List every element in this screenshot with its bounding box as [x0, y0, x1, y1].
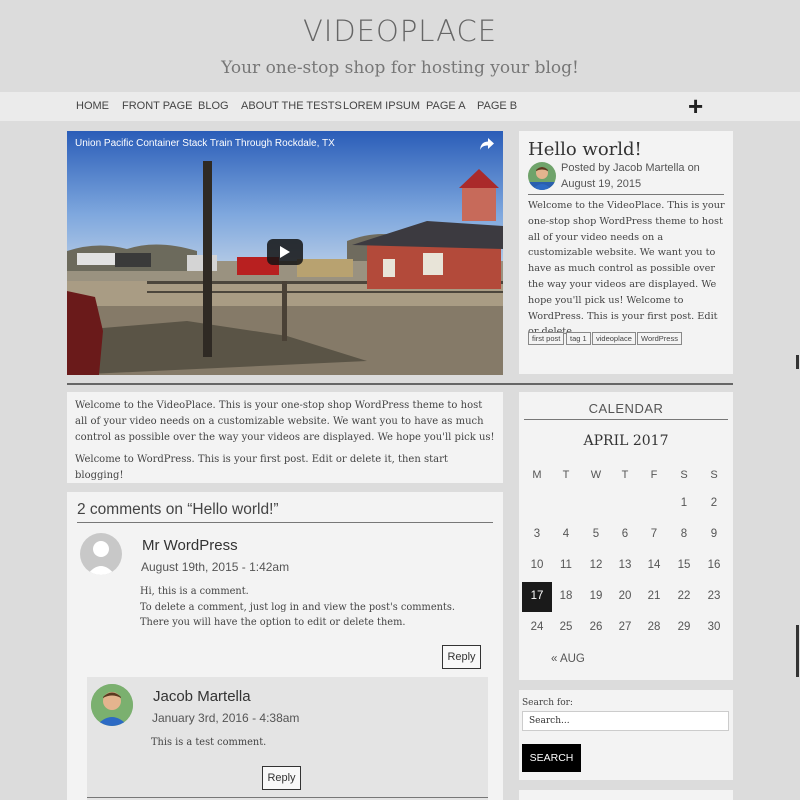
- comment-text: To delete a comment, just log in and vie…: [140, 601, 456, 629]
- comment-date[interactable]: August 19th, 2015 - 1:42am: [141, 560, 289, 574]
- divider: [87, 797, 488, 798]
- reply-button[interactable]: Reply: [442, 645, 481, 669]
- calendar-weekday: T: [562, 469, 570, 481]
- tag-wordpress[interactable]: WordPress: [637, 332, 682, 345]
- video-title[interactable]: Union Pacific Container Stack Train Thro…: [75, 138, 335, 149]
- avatar: [528, 162, 556, 190]
- calendar-day: 6: [621, 528, 629, 540]
- calendar-day: 23: [707, 590, 721, 602]
- calendar-day: 8: [680, 528, 688, 540]
- post-author: Posted by Jacob Martella on: [561, 162, 700, 174]
- post-content: Welcome to the VideoPlace. This is your …: [75, 398, 495, 484]
- comment-body: This is a test comment.: [151, 735, 471, 751]
- calendar-day: 30: [707, 621, 721, 633]
- calendar-day: 10: [530, 559, 544, 571]
- calendar-title: CALENDAR: [588, 401, 664, 416]
- calendar-weekday: S: [710, 469, 718, 481]
- calendar-day: 26: [589, 621, 603, 633]
- nav-item-blog[interactable]: BLOG: [198, 100, 229, 112]
- search-input[interactable]: [522, 711, 729, 731]
- widget-panel: [519, 790, 733, 800]
- site-tagline: Your one-stop shop for hosting your blog…: [221, 58, 579, 78]
- tag-first-post[interactable]: first post: [528, 332, 565, 345]
- play-icon: [280, 246, 290, 258]
- comment-text: Hi, this is a comment.: [140, 586, 249, 597]
- calendar-weekday: F: [650, 469, 658, 481]
- calendar-weekday: S: [680, 469, 688, 481]
- calendar-month: APRIL 2017: [583, 433, 669, 449]
- calendar-day: 9: [710, 528, 718, 540]
- divider: [528, 194, 724, 195]
- calendar-weekday: T: [621, 469, 629, 481]
- calendar-day: 2: [710, 497, 718, 509]
- calendar-day: 14: [647, 559, 661, 571]
- play-button[interactable]: [267, 239, 303, 265]
- calendar-day: 22: [677, 590, 691, 602]
- calendar-day: 18: [559, 590, 573, 602]
- nav-item-page-b[interactable]: PAGE B: [477, 100, 517, 112]
- calendar-day: 27: [618, 621, 632, 633]
- post-title[interactable]: Hello world!: [528, 139, 642, 160]
- post-paragraph: Welcome to the VideoPlace. This is your …: [75, 400, 495, 443]
- post-date: August 19, 2015: [561, 178, 642, 190]
- search-button[interactable]: SEARCH: [522, 744, 581, 772]
- tag-videoplace[interactable]: videoplace: [592, 332, 636, 345]
- tag-tag-1[interactable]: tag 1: [566, 332, 591, 345]
- calendar-day: 20: [618, 590, 632, 602]
- comment-text: This is a test comment.: [151, 737, 267, 748]
- calendar-day: 1: [680, 497, 688, 509]
- comment-author[interactable]: Jacob Martella: [153, 688, 251, 705]
- calendar-day: 11: [560, 559, 572, 571]
- calendar-day: 15: [677, 559, 691, 571]
- site-title[interactable]: VIDEOPLACE: [0, 14, 800, 48]
- section-divider: [67, 383, 733, 385]
- divider: [524, 419, 728, 420]
- nav-item-front-page[interactable]: FRONT PAGE: [122, 100, 193, 112]
- post-paragraph: Welcome to WordPress. This is your first…: [75, 454, 448, 481]
- scrollbar-thumb[interactable]: [796, 625, 799, 677]
- nav-item-about-the-tests[interactable]: ABOUT THE TESTS: [241, 100, 342, 112]
- nav-item-page-a[interactable]: PAGE A: [426, 100, 466, 112]
- calendar-day: 29: [677, 621, 691, 633]
- calendar-day: 4: [562, 528, 570, 540]
- share-icon[interactable]: [479, 137, 495, 151]
- calendar-weekday: M: [532, 469, 542, 481]
- calendar-day: 25: [559, 621, 573, 633]
- comment-author[interactable]: Mr WordPress: [142, 537, 238, 554]
- calendar-weekday: W: [590, 469, 602, 481]
- nav-item-lorem-ipsum[interactable]: LOREM IPSUM: [343, 100, 420, 112]
- calendar-day: 21: [647, 590, 661, 602]
- calendar-day: 17: [530, 590, 544, 602]
- calendar-day: 19: [589, 590, 603, 602]
- scrollbar-thumb[interactable]: [796, 355, 799, 369]
- video-player[interactable]: Union Pacific Container Stack Train Thro…: [67, 131, 503, 375]
- calendar-day: 16: [707, 559, 721, 571]
- calendar-day: 3: [533, 528, 541, 540]
- calendar-day: 24: [530, 621, 544, 633]
- avatar: [91, 684, 133, 726]
- calendar-day: 28: [647, 621, 661, 633]
- calendar-day: 5: [592, 528, 600, 540]
- divider: [77, 522, 493, 523]
- post-excerpt: Welcome to the VideoPlace. This is your …: [528, 200, 725, 337]
- calendar-prev-link[interactable]: « AUG: [551, 653, 585, 665]
- comment-body: Hi, this is a comment. To delete a comme…: [140, 584, 478, 631]
- avatar: [80, 533, 122, 575]
- calendar-day: 7: [650, 528, 658, 540]
- comment-date[interactable]: January 3rd, 2016 - 4:38am: [152, 711, 299, 725]
- nav-item-home[interactable]: HOME: [76, 100, 109, 112]
- plus-icon[interactable]: +: [688, 92, 703, 120]
- reply-button[interactable]: Reply: [262, 766, 301, 790]
- search-label: Search for:: [522, 698, 573, 708]
- calendar-day: 13: [618, 559, 632, 571]
- main-nav: HOME FRONT PAGE BLOG ABOUT THE TESTS LOR…: [0, 92, 800, 121]
- comments-heading: 2 comments on “Hello world!”: [77, 501, 279, 518]
- calendar-day: 12: [589, 559, 603, 571]
